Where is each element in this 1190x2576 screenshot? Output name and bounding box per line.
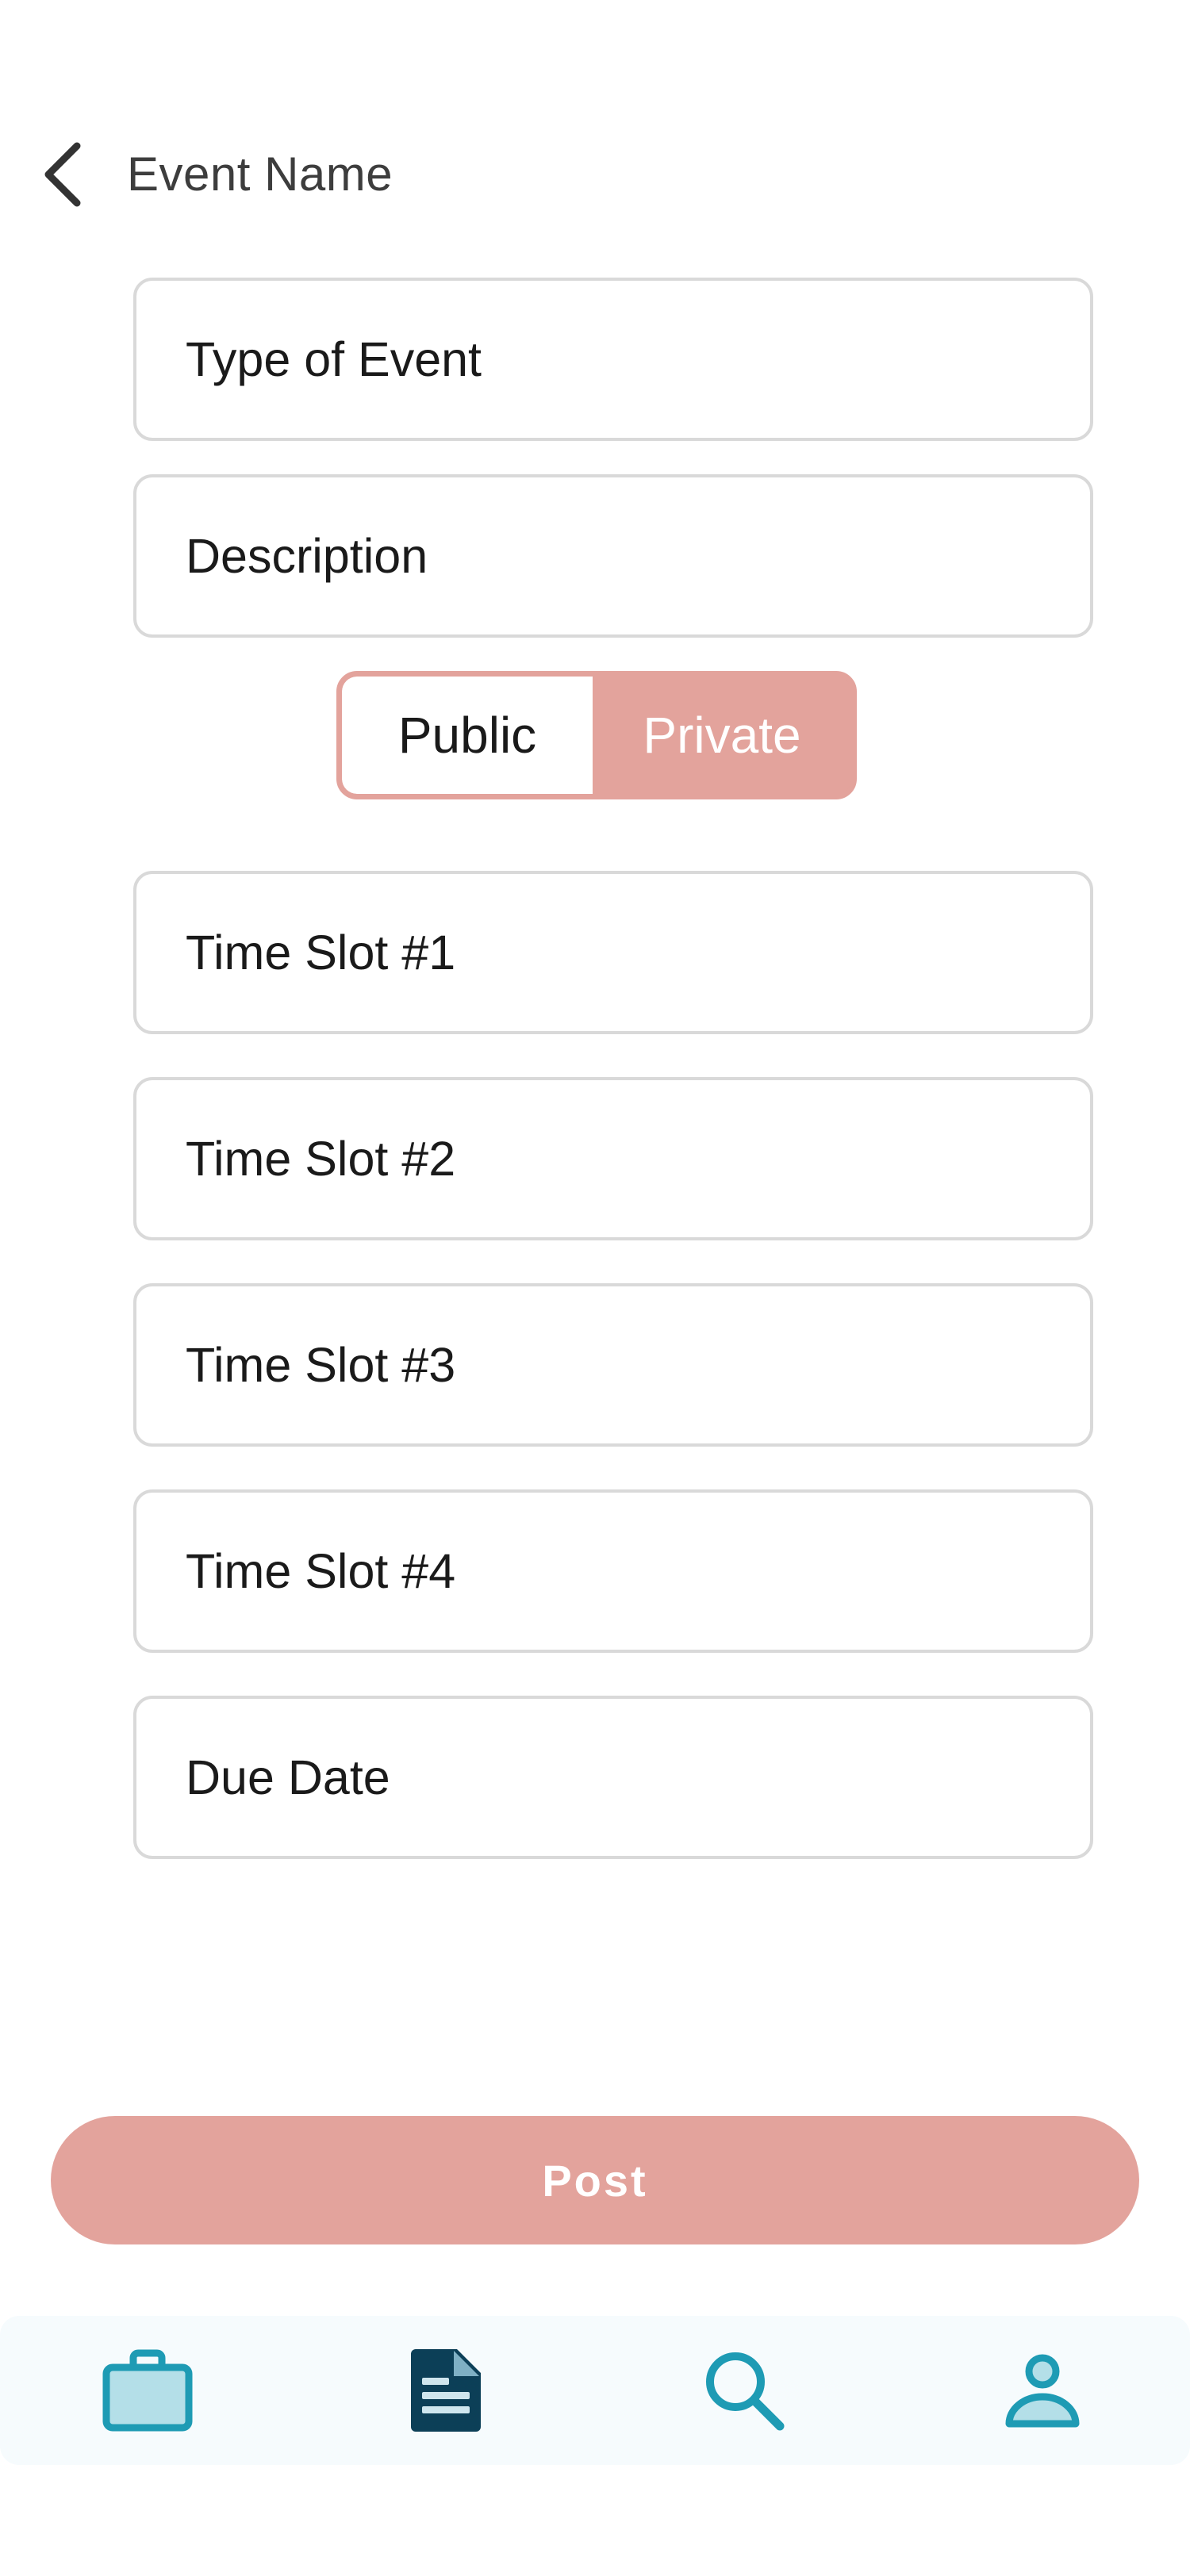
time-slot-4-field[interactable]: Time Slot #4 bbox=[133, 1489, 1093, 1653]
header-bar: Event Name bbox=[0, 127, 1190, 222]
profile-icon bbox=[1005, 2354, 1080, 2428]
time-slot-3-field[interactable]: Time Slot #3 bbox=[133, 1283, 1093, 1447]
bottom-nav bbox=[0, 2316, 1190, 2465]
briefcase-icon bbox=[102, 2349, 193, 2432]
chevron-left-icon bbox=[44, 142, 81, 207]
page-title: Event Name bbox=[127, 148, 393, 201]
document-icon bbox=[411, 2349, 481, 2432]
post-button[interactable]: Post bbox=[51, 2116, 1139, 2244]
time-slot-1-field[interactable]: Time Slot #1 bbox=[133, 871, 1093, 1034]
nav-item-search[interactable] bbox=[690, 2336, 798, 2444]
public-option[interactable]: Public bbox=[342, 677, 593, 794]
time-slot-2-field[interactable]: Time Slot #2 bbox=[133, 1077, 1093, 1240]
private-option[interactable]: Private bbox=[593, 677, 851, 794]
nav-item-profile[interactable] bbox=[988, 2336, 1096, 2444]
description-field[interactable]: Description bbox=[133, 474, 1093, 638]
type-of-event-field[interactable]: Type of Event bbox=[133, 278, 1093, 441]
visibility-toggle: Public Private bbox=[336, 671, 857, 799]
nav-item-jobs[interactable] bbox=[94, 2336, 202, 2444]
due-date-field[interactable]: Due Date bbox=[133, 1696, 1093, 1859]
back-button[interactable] bbox=[35, 141, 90, 208]
search-icon bbox=[706, 2352, 785, 2431]
nav-item-posts[interactable] bbox=[392, 2336, 500, 2444]
